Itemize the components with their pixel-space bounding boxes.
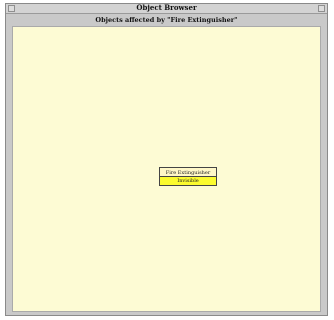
window-title: Object Browser [136,3,197,12]
object-node-group: Fire Extinguisher Invisible [159,167,217,186]
browser-subtitle: Objects affected by "Fire Extinguisher" [95,16,238,24]
object-node-invisible[interactable]: Invisible [159,177,217,186]
object-graph-canvas[interactable]: Fire Extinguisher Invisible [12,26,321,312]
object-node-fire-extinguisher[interactable]: Fire Extinguisher [159,167,217,177]
window-resize-button[interactable] [318,5,325,12]
object-browser-window: Object Browser Objects affected by "Fire… [5,3,328,316]
title-bar[interactable]: Object Browser [6,3,327,14]
